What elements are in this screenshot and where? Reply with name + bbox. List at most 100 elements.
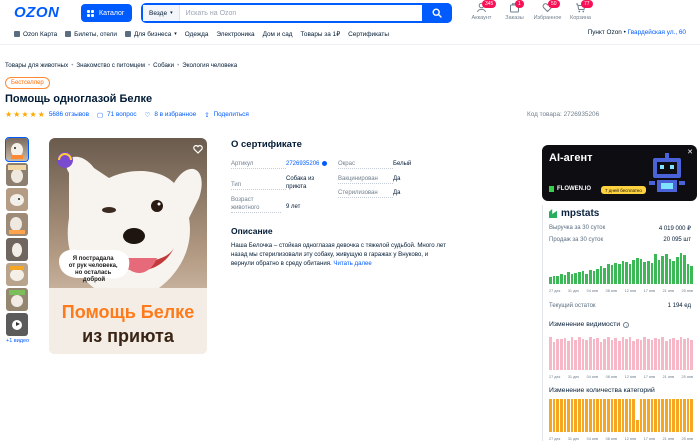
chart-bar xyxy=(574,273,577,284)
subnav-electronics[interactable]: Электроника xyxy=(216,31,254,38)
revenue-row: Выручка за 30 суток 4 019 000 ₽ xyxy=(549,225,691,232)
chart-bar xyxy=(585,274,588,284)
favorites-count-link[interactable]: 8 в избранное xyxy=(154,111,196,118)
chart-bar xyxy=(650,399,654,432)
read-more-link[interactable]: Читать далее xyxy=(333,260,371,267)
share-icon: ⇪ xyxy=(204,111,210,119)
catalog-button[interactable]: Каталог xyxy=(81,4,132,22)
thumbnail[interactable] xyxy=(5,137,29,162)
chart-bar xyxy=(585,399,588,432)
thumbnail-gallery xyxy=(5,137,30,336)
chart-bar xyxy=(686,338,690,370)
chart-bar xyxy=(549,276,552,284)
chart-bar xyxy=(552,399,556,432)
chart-bar xyxy=(603,267,606,284)
chart-bar xyxy=(599,399,603,432)
chart-bar xyxy=(621,337,625,370)
chart-bar xyxy=(675,256,679,284)
axis-tick-label: 31 дек xyxy=(567,375,580,379)
account-badge: 345 xyxy=(482,0,497,8)
rating-stars[interactable]: ★ ★ ★ ★ ★ xyxy=(5,110,45,119)
breadcrumb-item[interactable]: Экология человека xyxy=(182,62,237,69)
ai-agent-banner[interactable]: AI-агент ✕ FLOWEN.IO 7 дней бесплатно xyxy=(542,145,697,201)
thumbnail[interactable] xyxy=(6,188,28,211)
subnav-home-garden[interactable]: Дом и сад xyxy=(263,31,293,38)
chart-bar xyxy=(617,264,621,284)
chart-bar xyxy=(657,260,661,284)
favorites-button[interactable]: 50 Избранное xyxy=(531,0,564,21)
product-main-image[interactable]: Я пострадала от рук человека, но осталас… xyxy=(49,138,207,354)
subnav-ozon-card[interactable]: Ozon Карта xyxy=(14,31,57,38)
breadcrumb-item[interactable]: Знакомство с питомцем xyxy=(76,62,145,69)
chart-bar xyxy=(650,340,654,370)
info-icon[interactable]: i xyxy=(623,321,630,328)
breadcrumb-item[interactable]: Товары для животных xyxy=(5,62,68,69)
chart-bar xyxy=(625,399,628,432)
chart-bar xyxy=(556,399,559,432)
chart-bar xyxy=(570,399,574,432)
chart-bar xyxy=(585,340,588,370)
chart-bar xyxy=(646,338,650,370)
thumbnail[interactable] xyxy=(6,288,28,311)
subnav-one-ruble[interactable]: Товары за 1₽ xyxy=(301,30,341,38)
star-icon: ★ xyxy=(37,110,45,119)
chart-bar xyxy=(636,338,639,370)
video-link[interactable]: +1 видео xyxy=(6,338,29,344)
chart-bar xyxy=(654,253,657,284)
chart-bar xyxy=(610,264,614,284)
orders-button[interactable]: 1 Заказы xyxy=(498,0,531,21)
subnav-business[interactable]: Для бизнеса ▾ xyxy=(124,31,177,38)
visibility-heading: Изменение видимости i xyxy=(549,321,630,328)
chart-bar xyxy=(607,264,610,284)
stock-row: Текущий остаток 1 194 ед xyxy=(549,303,691,309)
search-input[interactable] xyxy=(179,9,431,17)
breadcrumb-item[interactable]: Собаки xyxy=(153,62,174,69)
categories-bars xyxy=(549,399,693,432)
thumbnail[interactable] xyxy=(6,163,28,186)
chart-bar xyxy=(552,342,556,370)
ozon-logo[interactable]: OZON xyxy=(14,4,59,21)
chart-bar xyxy=(643,261,646,284)
chart-bar xyxy=(665,399,668,432)
reviews-link[interactable]: 5686 отзывов xyxy=(49,111,89,118)
search-scope-select[interactable]: Везде ▾ xyxy=(143,5,180,21)
chart-bar xyxy=(628,399,632,432)
axis-tick-label: 08 янв xyxy=(605,289,618,293)
chart-bar xyxy=(643,399,646,432)
pickup-point[interactable]: Пункт Ozon • Гвардейская ул., 60 xyxy=(588,29,686,36)
share-link[interactable]: Поделиться xyxy=(214,111,249,118)
chart-bar xyxy=(628,263,632,284)
spec-row: Артикул 2726935206 xyxy=(231,160,328,170)
subnav-tickets[interactable]: Билеты, отели xyxy=(65,31,117,38)
mpstats-logo[interactable]: mpstats xyxy=(549,208,599,219)
close-icon[interactable]: ✕ xyxy=(687,148,693,156)
thumbnail[interactable] xyxy=(6,238,28,261)
chart-bar xyxy=(614,399,617,432)
search-button[interactable] xyxy=(422,3,452,23)
chart-bar xyxy=(617,399,621,432)
copy-icon[interactable] xyxy=(322,160,328,166)
chart-bar xyxy=(567,399,570,432)
cart-button[interactable]: 77 Корзина xyxy=(564,0,597,21)
questions-link[interactable]: 71 вопрос xyxy=(107,111,137,118)
thumbnail[interactable] xyxy=(6,213,28,236)
flowen-logo-icon xyxy=(549,186,554,192)
chart-bar xyxy=(581,338,585,370)
axis-tick-label: 21 янв xyxy=(662,437,675,441)
chart-bar xyxy=(639,399,643,432)
article-number-link[interactable]: 2726935206 xyxy=(286,160,328,168)
subnav-clothing[interactable]: Одежда xyxy=(185,31,209,38)
visibility-bars xyxy=(549,335,693,370)
chart-bar xyxy=(621,260,625,284)
chart-bar xyxy=(690,339,693,370)
chart-bar xyxy=(563,399,567,432)
account-button[interactable]: 345 Аккаунт xyxy=(465,0,498,21)
catalog-label: Каталог xyxy=(99,9,125,17)
heart-icon[interactable] xyxy=(193,144,203,154)
sales-chart: 27 дек 31 дек 04 янв 08 янв 12 янв 17 янв 21 я… xyxy=(549,251,693,293)
subnav-certificates[interactable]: Сертификаты xyxy=(348,31,389,38)
categories-chart: 27 дек 31 дек 04 янв 08 янв 12 янв 17 янв 21 я… xyxy=(549,399,693,441)
chart-bar xyxy=(617,340,621,370)
video-thumbnail[interactable] xyxy=(6,313,28,336)
thumbnail[interactable] xyxy=(6,263,28,286)
